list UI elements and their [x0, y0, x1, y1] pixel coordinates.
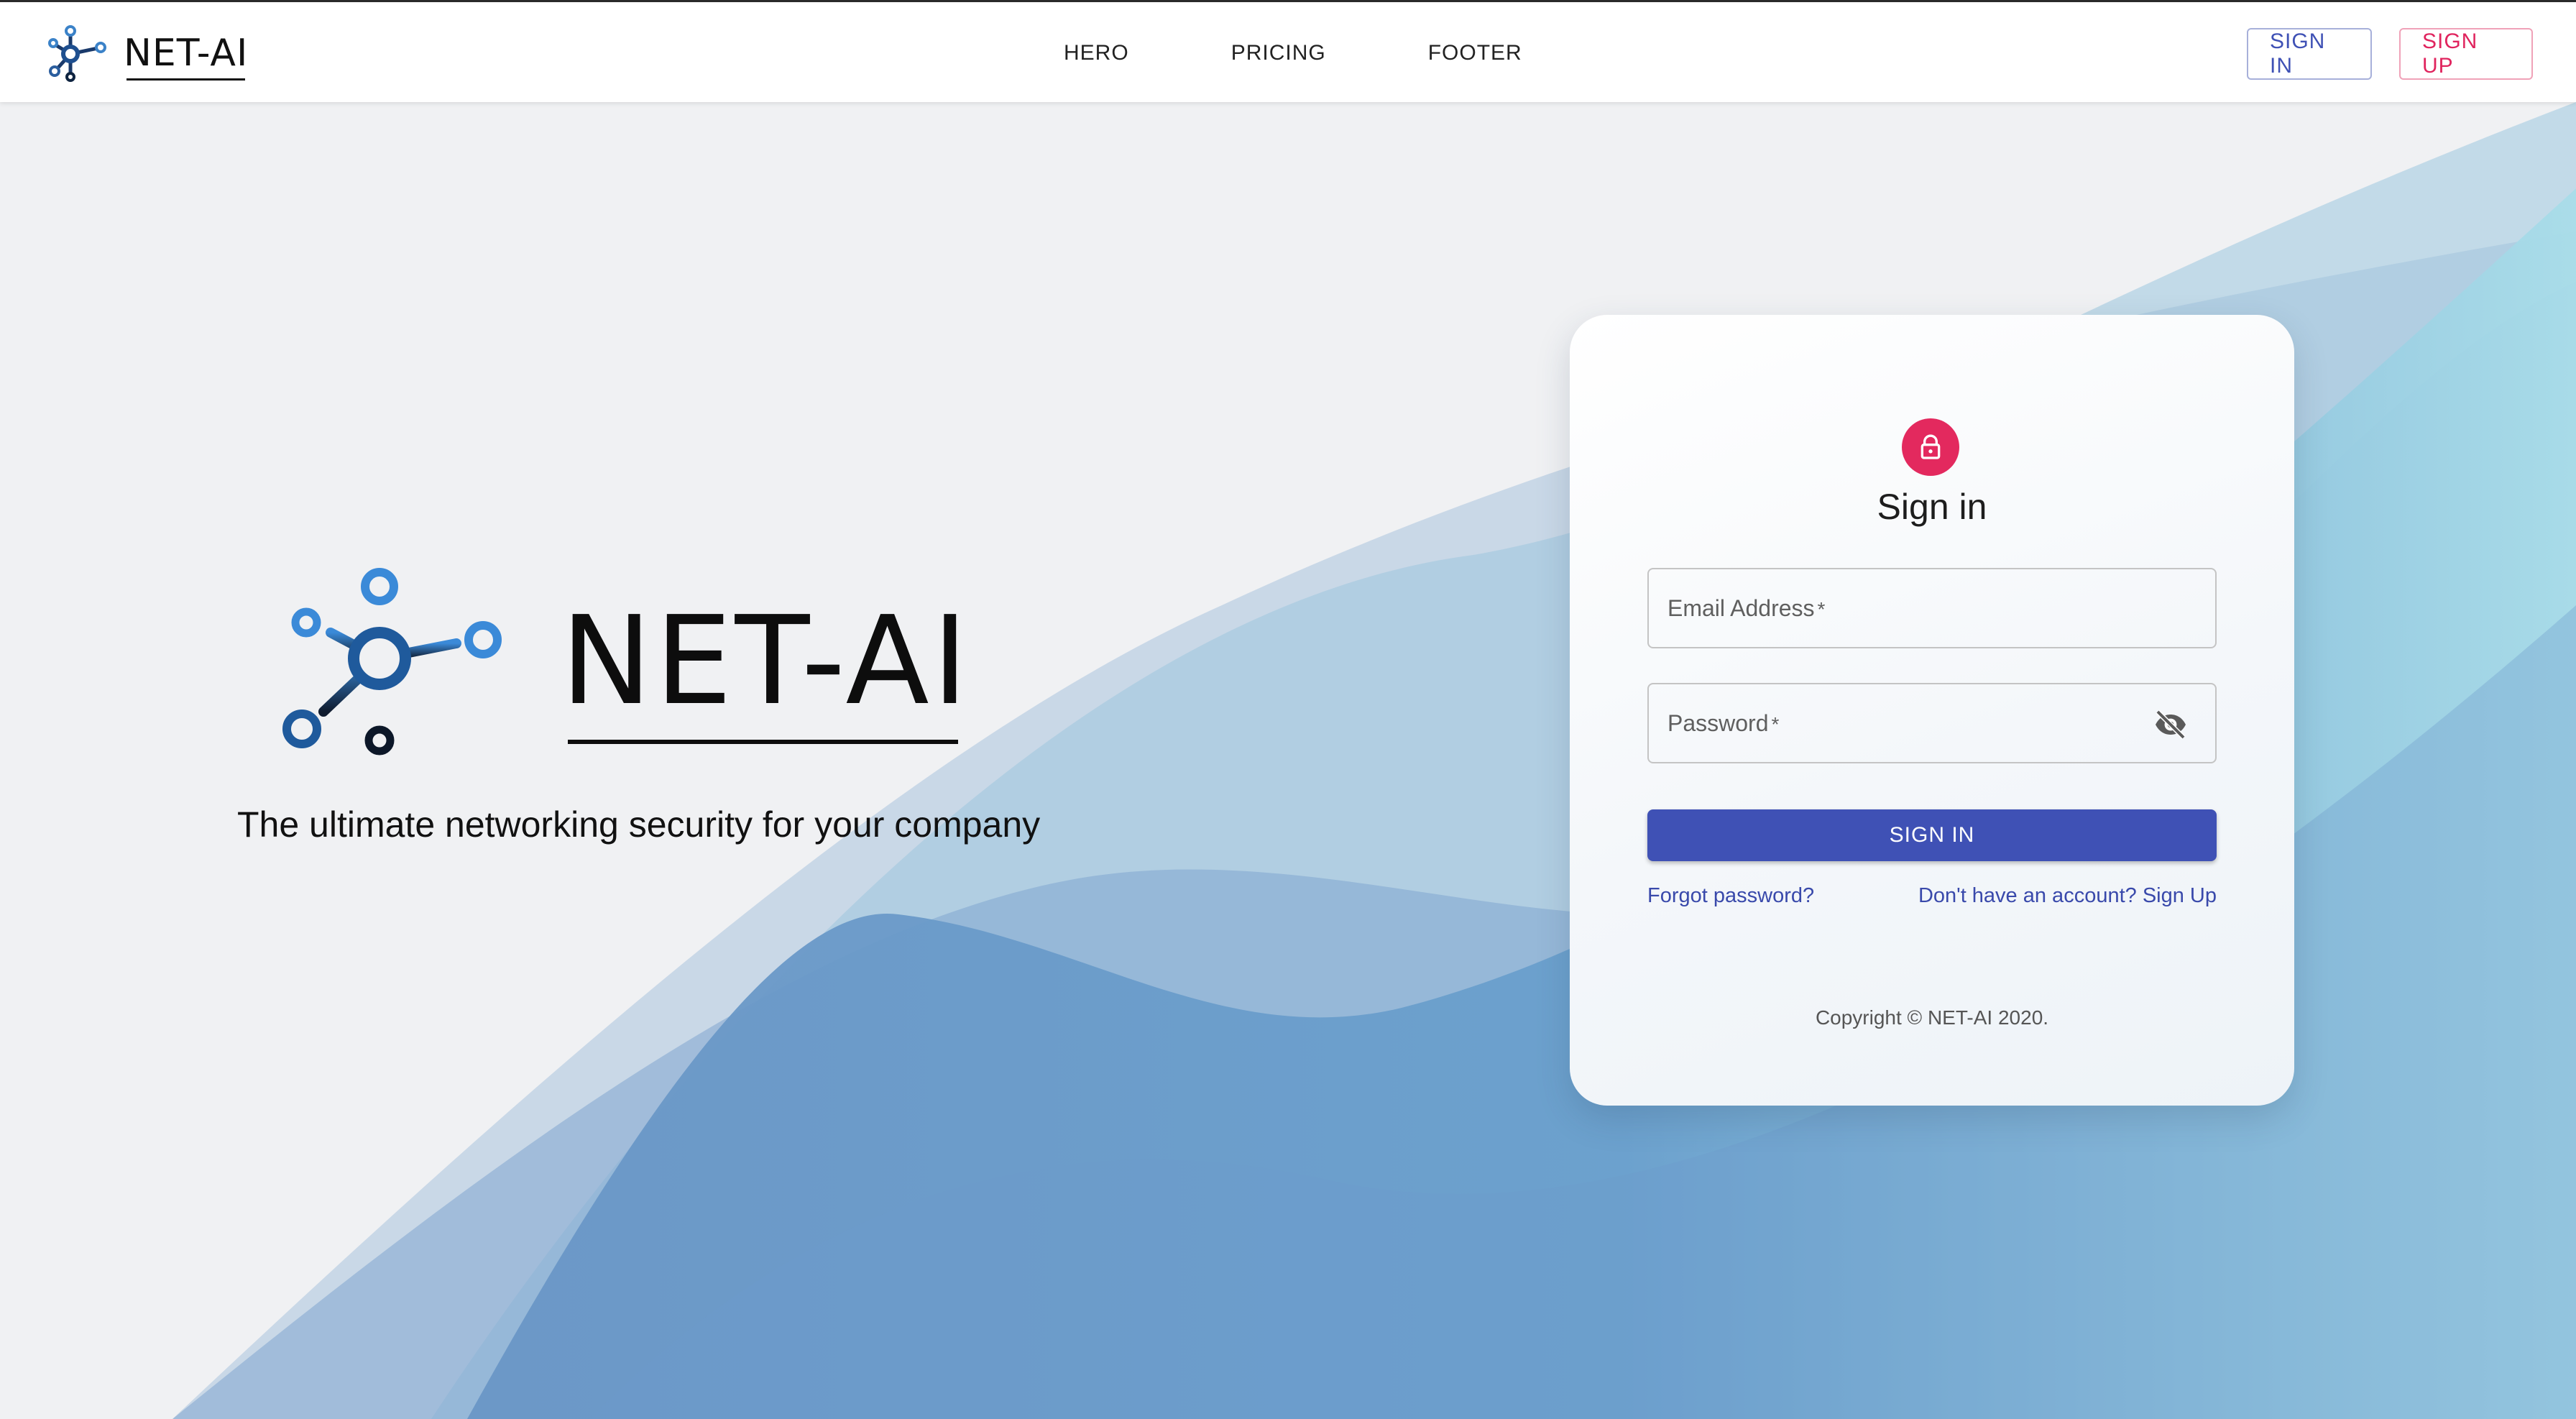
hero-logo: NET-AI	[273, 561, 971, 769]
header-sign-in-button[interactable]: SIGN IN	[2247, 28, 2372, 80]
forgot-password-link[interactable]: Forgot password?	[1647, 884, 1814, 908]
brand-name: NET-AI	[124, 32, 249, 81]
sign-in-submit-button[interactable]: SIGN IN	[1647, 809, 2217, 861]
brand-logo[interactable]: NET-AI	[42, 21, 248, 86]
email-field[interactable]: Email Address *	[1647, 568, 2217, 648]
lock-avatar	[1902, 418, 1959, 476]
top-app-bar: NET-AI HERO PRICING FOOTER SIGN IN SIGN …	[0, 0, 2576, 102]
nav-item-footer[interactable]: FOOTER	[1428, 41, 1522, 65]
network-node-icon	[48, 25, 106, 82]
required-marker: *	[1817, 598, 1826, 620]
lock-icon	[1920, 434, 1941, 459]
header-sign-up-button[interactable]: SIGN UP	[2399, 28, 2533, 80]
copyright-text: Copyright © NET-AI 2020.	[1815, 1006, 2049, 1029]
sign-in-card: Sign in Email Address * Password * SIGN IN…	[1570, 315, 2294, 1106]
hero-tagline: The ultimate networking security for you…	[237, 804, 1041, 845]
email-field-label: Email Address *	[1668, 595, 1826, 621]
nav-item-pricing[interactable]: PRICING	[1231, 41, 1326, 65]
main-nav: HERO PRICING FOOTER	[1064, 2, 1624, 104]
required-marker: *	[1771, 713, 1780, 735]
nav-item-hero[interactable]: HERO	[1064, 41, 1129, 65]
password-field[interactable]: Password *	[1647, 683, 2217, 763]
eye-off-icon[interactable]	[2153, 709, 2188, 740]
password-field-label: Password *	[1668, 710, 1780, 736]
sign-in-title: Sign in	[1877, 487, 1987, 527]
network-node-icon	[282, 568, 502, 756]
hero-title: NET-AI	[561, 590, 971, 744]
sign-up-link[interactable]: Don't have an account? Sign Up	[1918, 884, 2217, 908]
